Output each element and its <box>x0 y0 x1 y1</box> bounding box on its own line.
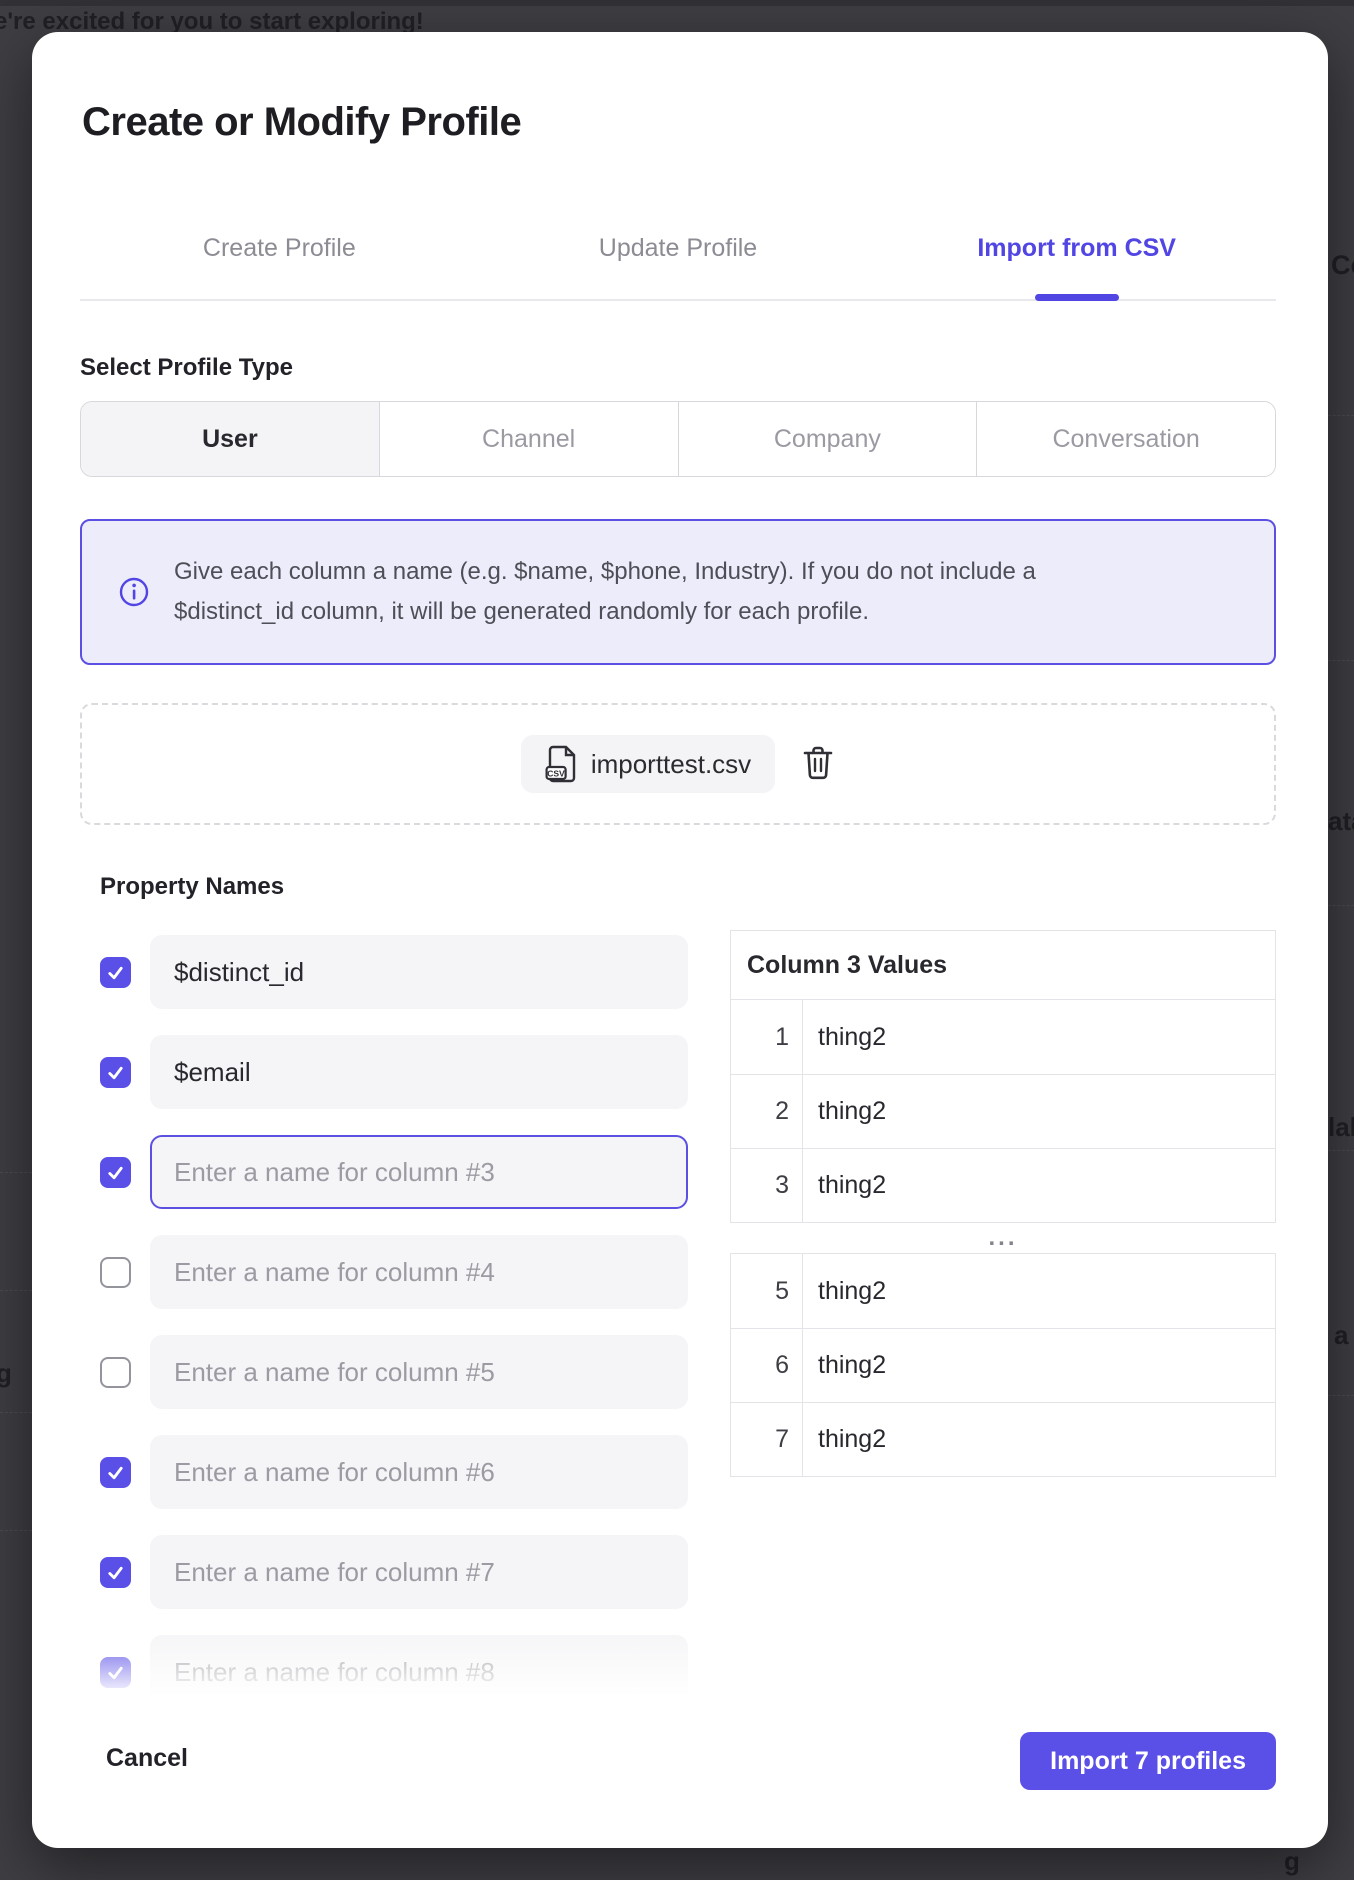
preview-ellipsis: ... <box>730 1223 1276 1253</box>
column-5-checkbox[interactable] <box>100 1357 131 1388</box>
info-banner: Give each column a name (e.g. $name, $ph… <box>80 519 1276 665</box>
check-icon <box>106 1563 125 1582</box>
property-row <box>80 1435 720 1509</box>
column-5-name-input[interactable] <box>150 1335 688 1409</box>
bg-text-fragment: Co <box>1331 250 1354 281</box>
bg-text-fragment: g <box>1284 1846 1300 1877</box>
row-value: thing2 <box>803 1329 1275 1402</box>
property-row <box>80 935 720 1009</box>
bg-table-line <box>1328 415 1354 416</box>
preview-table-top: Column 3 Values 1 thing2 2 thing2 3 thin… <box>730 930 1276 1223</box>
preview-row: 3 thing2 <box>731 1148 1275 1222</box>
column-7-checkbox[interactable] <box>100 1557 131 1588</box>
check-icon <box>106 1063 125 1082</box>
row-value: thing2 <box>803 1254 1275 1328</box>
active-tab-indicator <box>1035 294 1119 301</box>
preview-row: 1 thing2 <box>731 1000 1275 1074</box>
preview-table-bottom: 5 thing2 6 thing2 7 thing2 <box>730 1253 1276 1477</box>
tab-update-profile[interactable]: Update Profile <box>479 228 878 268</box>
modal-title: Create or Modify Profile <box>82 100 521 145</box>
csv-dropzone[interactable]: CSV importtest.csv <box>80 703 1276 825</box>
property-row <box>80 1235 720 1309</box>
tab-label: Import from CSV <box>977 234 1176 263</box>
profile-type-segmented-control: User Channel Company Conversation <box>80 401 1276 477</box>
import-profiles-button[interactable]: Import 7 profiles <box>1020 1732 1276 1790</box>
column-3-name-input[interactable] <box>150 1135 688 1209</box>
profile-type-company[interactable]: Company <box>678 402 977 476</box>
row-number: 2 <box>731 1075 803 1148</box>
bg-table-line <box>1328 660 1354 661</box>
bg-table-line <box>0 1412 32 1413</box>
preview-row: 2 thing2 <box>731 1074 1275 1148</box>
row-number: 1 <box>731 1000 803 1074</box>
bg-text-fragment: a <box>1334 1320 1348 1351</box>
info-icon <box>118 576 150 608</box>
bg-text-fragment: g <box>0 1358 12 1389</box>
column-values-preview: Column 3 Values 1 thing2 2 thing2 3 thin… <box>730 930 1276 1477</box>
row-number: 6 <box>731 1329 803 1402</box>
profile-type-label: Select Profile Type <box>80 354 293 382</box>
row-value: thing2 <box>803 1149 1275 1222</box>
column-1-checkbox[interactable] <box>100 957 131 988</box>
column-6-checkbox[interactable] <box>100 1457 131 1488</box>
property-row <box>80 1335 720 1409</box>
preview-row: 7 thing2 <box>731 1402 1275 1476</box>
profile-type-user[interactable]: User <box>81 402 379 476</box>
check-icon <box>106 1463 125 1482</box>
info-text: Give each column a name (e.g. $name, $ph… <box>174 552 1104 632</box>
column-1-name-input[interactable] <box>150 935 688 1009</box>
bg-table-line <box>0 1172 32 1173</box>
bg-text-fragment: lab <box>1328 1112 1354 1143</box>
property-row <box>80 1035 720 1109</box>
tab-label: Create Profile <box>203 234 356 263</box>
tab-label: Update Profile <box>599 234 757 263</box>
row-value: thing2 <box>803 1000 1275 1074</box>
bg-table-line <box>0 1530 32 1531</box>
profile-type-conversation[interactable]: Conversation <box>976 402 1275 476</box>
uploaded-file-name: importtest.csv <box>591 749 751 780</box>
row-number: 3 <box>731 1149 803 1222</box>
tab-create-profile[interactable]: Create Profile <box>80 228 479 268</box>
import-profile-modal: Create or Modify Profile Create Profile … <box>32 32 1328 1848</box>
bg-table-line <box>0 1290 32 1291</box>
bg-table-line <box>1328 1150 1354 1151</box>
preview-table-header: Column 3 Values <box>731 931 1275 1000</box>
column-2-name-input[interactable] <box>150 1035 688 1109</box>
column-6-name-input[interactable] <box>150 1435 688 1509</box>
row-number: 5 <box>731 1254 803 1328</box>
scroll-fade <box>68 1628 748 1740</box>
column-4-checkbox[interactable] <box>100 1257 131 1288</box>
column-7-name-input[interactable] <box>150 1535 688 1609</box>
csv-file-icon: CSV <box>545 745 577 783</box>
trash-icon <box>802 745 834 781</box>
check-icon <box>106 1163 125 1182</box>
preview-row: 5 thing2 <box>731 1254 1275 1328</box>
column-2-checkbox[interactable] <box>100 1057 131 1088</box>
profile-type-channel[interactable]: Channel <box>379 402 678 476</box>
column-4-name-input[interactable] <box>150 1235 688 1309</box>
svg-text:CSV: CSV <box>547 769 565 779</box>
background-page-header <box>0 0 1354 6</box>
preview-row: 6 thing2 <box>731 1328 1275 1402</box>
row-number: 7 <box>731 1403 803 1476</box>
property-row <box>80 1135 720 1209</box>
cancel-button[interactable]: Cancel <box>90 1728 204 1788</box>
property-names-label: Property Names <box>100 873 284 901</box>
row-value: thing2 <box>803 1403 1275 1476</box>
row-value: thing2 <box>803 1075 1275 1148</box>
bg-table-line <box>1328 1395 1354 1396</box>
tab-import-from-csv[interactable]: Import from CSV <box>877 228 1276 268</box>
bg-table-line <box>1328 905 1354 906</box>
column-3-checkbox[interactable] <box>100 1157 131 1188</box>
uploaded-file-chip: CSV importtest.csv <box>521 735 775 793</box>
check-icon <box>106 963 125 982</box>
remove-file-button[interactable] <box>801 745 835 783</box>
property-row <box>80 1535 720 1609</box>
bg-text-fragment: ata <box>1328 806 1354 837</box>
modal-tabs: Create Profile Update Profile Import fro… <box>80 228 1276 268</box>
